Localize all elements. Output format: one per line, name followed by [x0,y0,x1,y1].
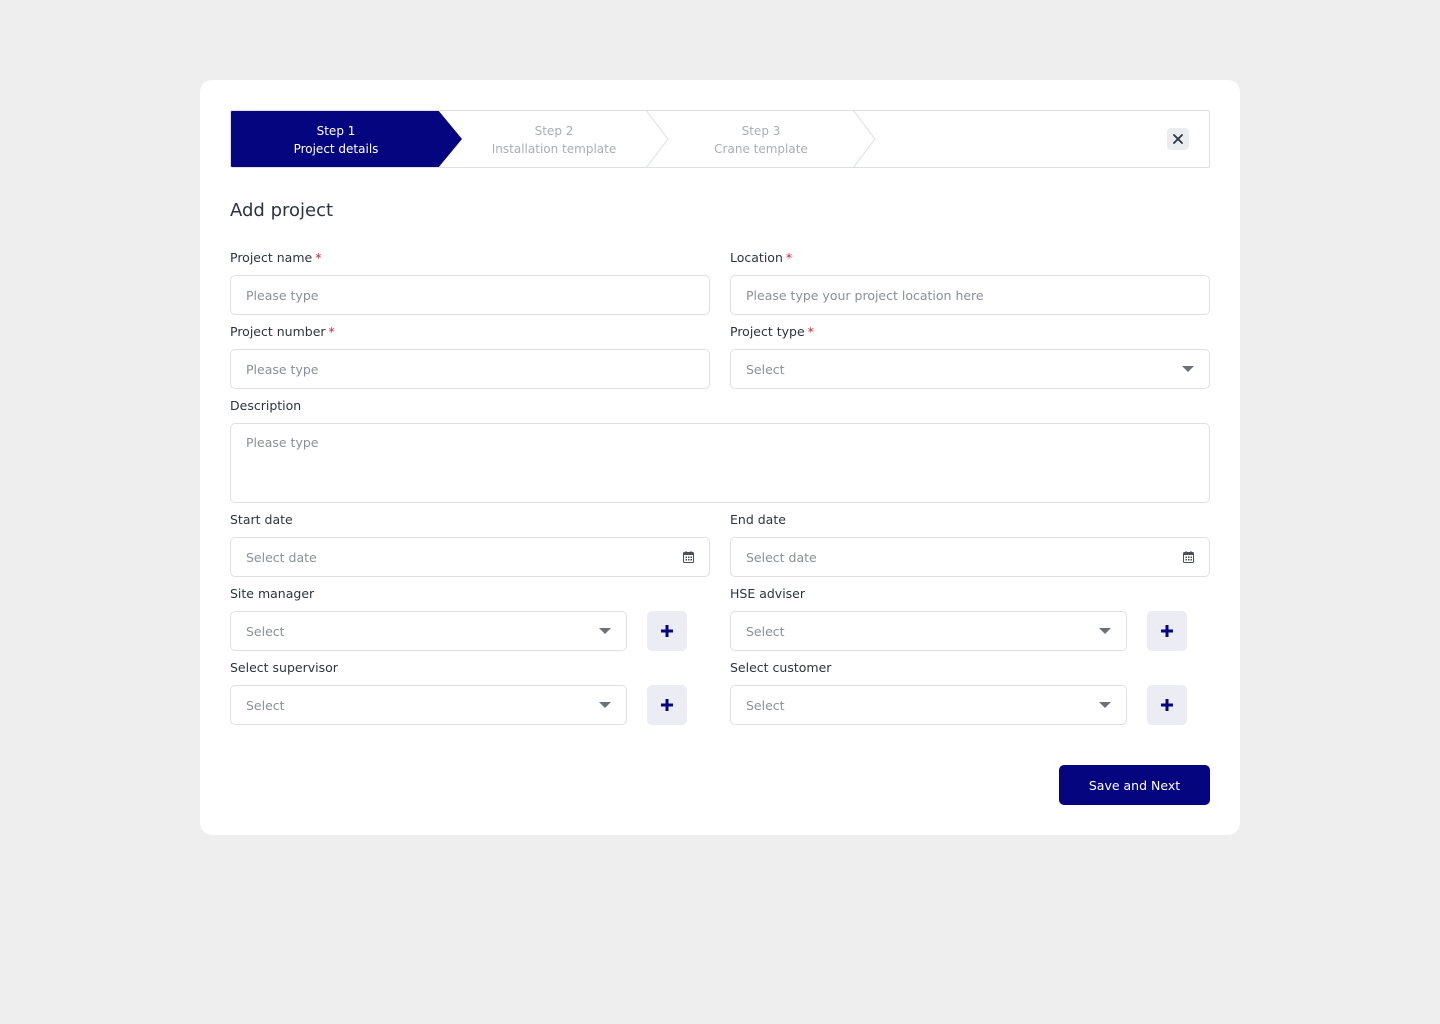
location-label-text: Location [730,250,783,265]
supervisor-select[interactable]: Select [230,685,627,725]
step-3[interactable]: Step 3 Crane template [656,122,866,158]
chevron-down-icon [599,628,611,634]
project-number-input[interactable] [230,349,710,389]
site-manager-label: Site manager [230,586,315,601]
supervisor-value: Select [246,697,285,713]
supervisor-label: Select supervisor [230,660,338,675]
plus-icon [1161,699,1173,711]
chevron-down-icon [1099,702,1111,708]
add-project-card: Step 1 Project details Step 2 Installati… [200,80,1240,835]
step-1[interactable]: Step 1 Project details [231,122,441,158]
end-date-placeholder: Select date [746,549,817,565]
plus-icon [1161,625,1173,637]
calendar-icon [1183,551,1194,563]
plus-icon [661,699,673,711]
add-customer-button[interactable] [1147,685,1187,725]
required-mark: * [328,324,335,339]
step-2-number: Step 2 [534,124,574,138]
customer-label: Select customer [730,660,832,675]
step-1-number: Step 1 [316,124,356,138]
chevron-down-icon [1099,628,1111,634]
calendar-icon [683,551,694,563]
site-manager-select[interactable]: Select [230,611,627,651]
add-supervisor-button[interactable] [647,685,687,725]
step-3-label: Crane template [714,142,808,156]
project-type-select[interactable]: Select [730,349,1210,389]
end-date-label: End date [730,512,786,527]
chevron-down-icon [599,702,611,708]
hse-adviser-value: Select [746,623,785,639]
project-number-label: Project number * [230,324,335,339]
hse-adviser-label: HSE adviser [730,586,806,601]
project-type-label: Project type * [730,324,814,339]
customer-select[interactable]: Select [730,685,1127,725]
step-3-chevron-icon [853,111,876,167]
add-hse-adviser-button[interactable] [1147,611,1187,651]
close-button[interactable] [1167,128,1189,150]
end-date-picker[interactable]: Select date [730,537,1210,577]
description-label: Description [230,398,302,413]
chevron-down-icon [1182,366,1194,372]
description-textarea[interactable] [230,423,1210,503]
step-1-label: Project details [293,142,379,156]
project-number-label-text: Project number [230,324,326,339]
plus-icon [661,625,673,637]
start-date-picker[interactable]: Select date [230,537,710,577]
start-date-label: Start date [230,512,293,527]
required-mark: * [785,250,793,265]
customer-value: Select [746,697,785,713]
step-2-label: Installation template [491,142,617,156]
project-type-value: Select [746,361,785,377]
location-label: Location * [730,250,792,265]
required-mark: * [807,324,814,339]
hse-adviser-select[interactable]: Select [730,611,1127,651]
project-name-input[interactable] [230,275,710,315]
required-mark: * [315,250,322,265]
project-type-label-text: Project type [730,324,805,339]
project-name-label: Project name * [230,250,321,265]
location-input[interactable] [730,275,1210,315]
stepper: Step 1 Project details Step 2 Installati… [230,110,1210,168]
start-date-placeholder: Select date [246,549,317,565]
add-site-manager-button[interactable] [647,611,687,651]
save-and-next-button[interactable]: Save and Next [1059,765,1210,805]
step-3-number: Step 3 [741,124,781,138]
project-name-label-text: Project name [230,250,313,265]
site-manager-value: Select [246,623,285,639]
step-2[interactable]: Step 2 Installation template [449,122,659,158]
close-icon [1173,134,1183,144]
page-title: Add project [230,200,334,221]
